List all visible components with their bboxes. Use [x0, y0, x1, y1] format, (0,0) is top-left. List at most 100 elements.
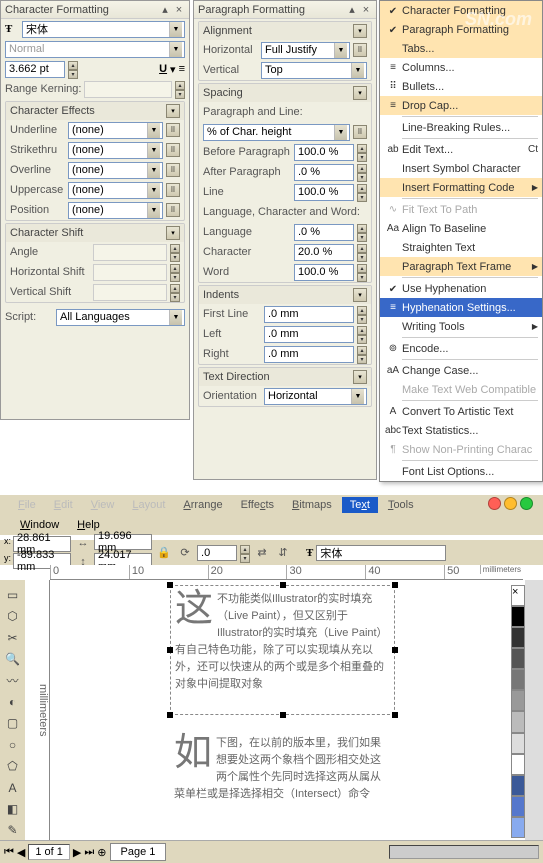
document-canvas[interactable]: 这 不功能类似Illustrator的实时填充（Live Paint），但又区别…	[50, 580, 520, 840]
swatch-none[interactable]: ×	[511, 585, 525, 606]
scrollbar-v[interactable]	[525, 580, 543, 840]
rotation-input[interactable]: .0	[197, 545, 237, 561]
menu-item[interactable]: Insert Formatting Code▶	[380, 178, 542, 197]
align-v-dropdown[interactable]: Top▼	[261, 62, 367, 79]
orient-dropdown[interactable]: Horizontal▼	[264, 388, 367, 405]
char-input[interactable]: 20.0 %	[294, 244, 354, 261]
menu-arrange[interactable]: Arrange	[175, 497, 230, 513]
lock-icon[interactable]: 🔒	[155, 544, 173, 562]
script-dropdown[interactable]: All Languages▼	[56, 309, 185, 326]
menu-file[interactable]: File	[10, 497, 44, 513]
freehand-tool[interactable]: 〰	[3, 671, 23, 690]
word-spinner[interactable]: ▴▾	[357, 264, 367, 281]
close-btn[interactable]	[488, 497, 501, 510]
menu-item[interactable]: ≡Drop Cap...	[380, 96, 542, 115]
right-input[interactable]: .0 mm	[264, 346, 354, 363]
menu-item[interactable]: abcText Statistics...	[380, 421, 542, 440]
menu-item[interactable]: Line-Breaking Rules...	[380, 118, 542, 137]
text-frame-2[interactable]: 如 下图，在以前的版本里，我们如果想要处这两个象档个圆形相交处这两个属性个先同时…	[170, 730, 395, 830]
mirror-v-icon[interactable]: ⇵	[274, 544, 292, 562]
spacing-unit-dropdown[interactable]: % of Char. height▼	[203, 124, 350, 141]
after-spinner[interactable]: ▴▾	[357, 164, 367, 181]
underline-menu[interactable]: ▾	[170, 63, 176, 76]
align-h-dropdown[interactable]: Full Justify▼	[261, 42, 350, 59]
first-spinner[interactable]: ▴▾	[357, 306, 367, 323]
eyedropper-tool[interactable]: ✎	[3, 821, 23, 840]
section-collapse-btn[interactable]: ▾	[166, 226, 180, 240]
menu-bitmaps[interactable]: Bitmaps	[284, 497, 340, 513]
section-collapse-btn[interactable]: ▾	[353, 86, 367, 100]
ruler-icon[interactable]: ≡	[179, 63, 185, 75]
rectangle-tool[interactable]: ▢	[3, 714, 23, 733]
menu-item[interactable]: Paragraph Formatting	[380, 20, 542, 39]
first-input[interactable]: .0 mm	[264, 306, 354, 323]
right-spinner[interactable]: ▴▾	[357, 346, 367, 363]
menu-item[interactable]: ⊚Encode...	[380, 339, 542, 358]
ellipse-tool[interactable]: ○	[3, 735, 23, 754]
swatch[interactable]	[511, 775, 525, 796]
menu-item[interactable]: AaAlign To Baseline	[380, 219, 542, 238]
panel-menu-btn[interactable]: ▴	[159, 4, 171, 16]
left-input[interactable]: .0 mm	[264, 326, 354, 343]
swatch[interactable]	[511, 648, 525, 669]
menu-tools[interactable]: Tools	[380, 497, 422, 513]
shape-tool[interactable]: ⬡	[3, 606, 23, 625]
minimize-btn[interactable]	[504, 497, 517, 510]
spacing-options[interactable]: ⠿	[353, 125, 367, 139]
left-spinner[interactable]: ▴▾	[357, 326, 367, 343]
panel-menu-btn[interactable]: ▴	[346, 4, 358, 16]
menu-item[interactable]: ⠿Bullets...	[380, 77, 542, 96]
panel-close-btn[interactable]: ×	[173, 4, 185, 16]
page-tab[interactable]: Page 1	[110, 843, 167, 861]
menu-item[interactable]: ≡Hyphenation Settings...	[380, 298, 542, 317]
page-nav-prev[interactable]: ◀	[17, 846, 25, 859]
swatch-black[interactable]	[511, 606, 525, 627]
swatch[interactable]	[511, 711, 525, 732]
before-input[interactable]: 100.0 %	[294, 144, 354, 161]
effect-dropdown[interactable]: (none)▼	[68, 122, 163, 139]
menu-item[interactable]: Font List Options...	[380, 462, 542, 481]
menu-layout[interactable]: Layout	[124, 497, 173, 513]
font-size-input[interactable]: 3.662 pt	[5, 61, 65, 78]
menu-item[interactable]: AConvert To Artistic Text	[380, 402, 542, 421]
underline-icon[interactable]: U	[159, 63, 167, 75]
menu-help[interactable]: Help	[77, 519, 100, 531]
page-nav-first[interactable]: ⏮	[4, 846, 14, 859]
swatch[interactable]	[511, 627, 525, 648]
effect-dropdown[interactable]: (none)▼	[68, 162, 163, 179]
menu-view[interactable]: View	[83, 497, 123, 513]
char-spinner[interactable]: ▴▾	[357, 244, 367, 261]
rotation-spinner[interactable]: ▴▾	[240, 545, 250, 561]
menu-item[interactable]: abEdit Text...Ct	[380, 140, 542, 159]
after-input[interactable]: .0 %	[294, 164, 354, 181]
before-spinner[interactable]: ▴▾	[357, 144, 367, 161]
section-collapse-btn[interactable]: ▾	[353, 24, 367, 38]
lang-spinner[interactable]: ▴▾	[357, 224, 367, 241]
page-add[interactable]: ⊕	[97, 846, 106, 859]
menu-item[interactable]: Straighten Text	[380, 238, 542, 257]
text-frame-1[interactable]: 这 不功能类似Illustrator的实时填充（Live Paint），但又区别…	[170, 585, 395, 715]
font-family-dropdown[interactable]: 宋体▼	[22, 21, 185, 38]
polygon-tool[interactable]: ⬠	[3, 756, 23, 775]
word-input[interactable]: 100.0 %	[294, 264, 354, 281]
menu-item[interactable]: Tabs...	[380, 39, 542, 58]
zoom-tool[interactable]: 🔍	[3, 649, 23, 668]
font-size-spinner[interactable]: ▴▾	[68, 61, 78, 78]
line-spinner[interactable]: ▴▾	[357, 184, 367, 201]
effect-options[interactable]: ⠿	[166, 163, 180, 177]
menu-effects[interactable]: Effects	[233, 497, 282, 513]
section-collapse-btn[interactable]: ▾	[353, 370, 367, 384]
crop-tool[interactable]: ✂	[3, 628, 23, 647]
menu-item[interactable]: aAChange Case...	[380, 361, 542, 380]
menu-text[interactable]: Text	[342, 497, 378, 513]
align-h-options[interactable]: ⠿	[353, 43, 367, 57]
swatch[interactable]	[511, 690, 525, 711]
menu-item[interactable]: Writing Tools▶	[380, 317, 542, 336]
scrollbar-h[interactable]	[389, 845, 539, 859]
menu-window[interactable]: Window	[20, 519, 59, 531]
effect-options[interactable]: ⠿	[166, 123, 180, 137]
swatch-white[interactable]	[511, 754, 525, 775]
menu-item[interactable]: Insert Symbol Character	[380, 159, 542, 178]
w-input[interactable]: 19.696 mm	[94, 534, 152, 550]
swatch[interactable]	[511, 817, 525, 838]
